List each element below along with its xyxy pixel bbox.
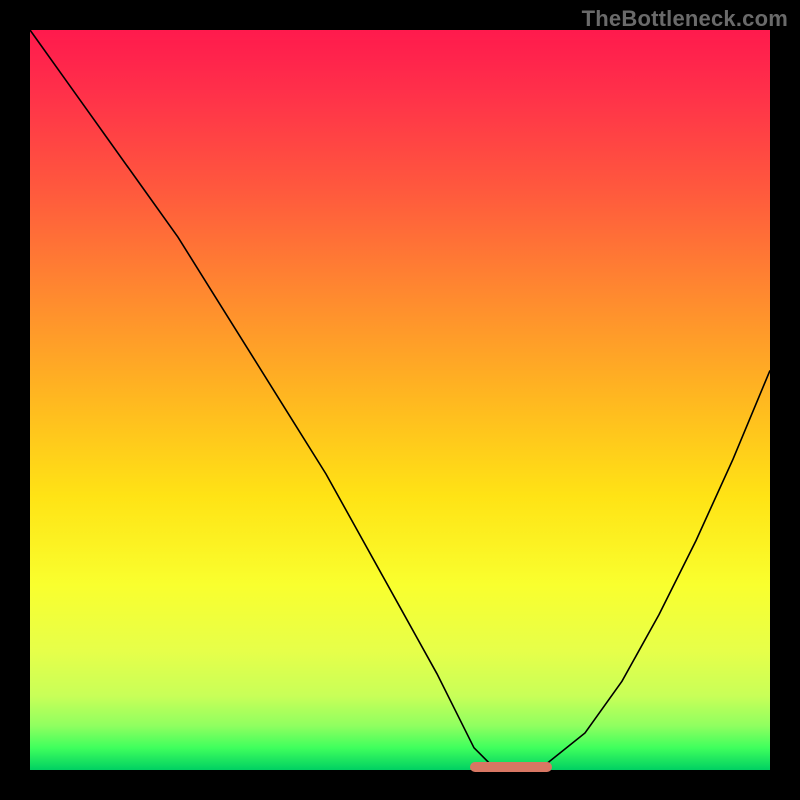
curve-path: [30, 30, 770, 770]
watermark-text: TheBottleneck.com: [582, 6, 788, 32]
bottleneck-curve: [30, 30, 770, 770]
plot-area: [30, 30, 770, 770]
chart-frame: TheBottleneck.com: [0, 0, 800, 800]
optimal-range-marker: [470, 762, 552, 772]
